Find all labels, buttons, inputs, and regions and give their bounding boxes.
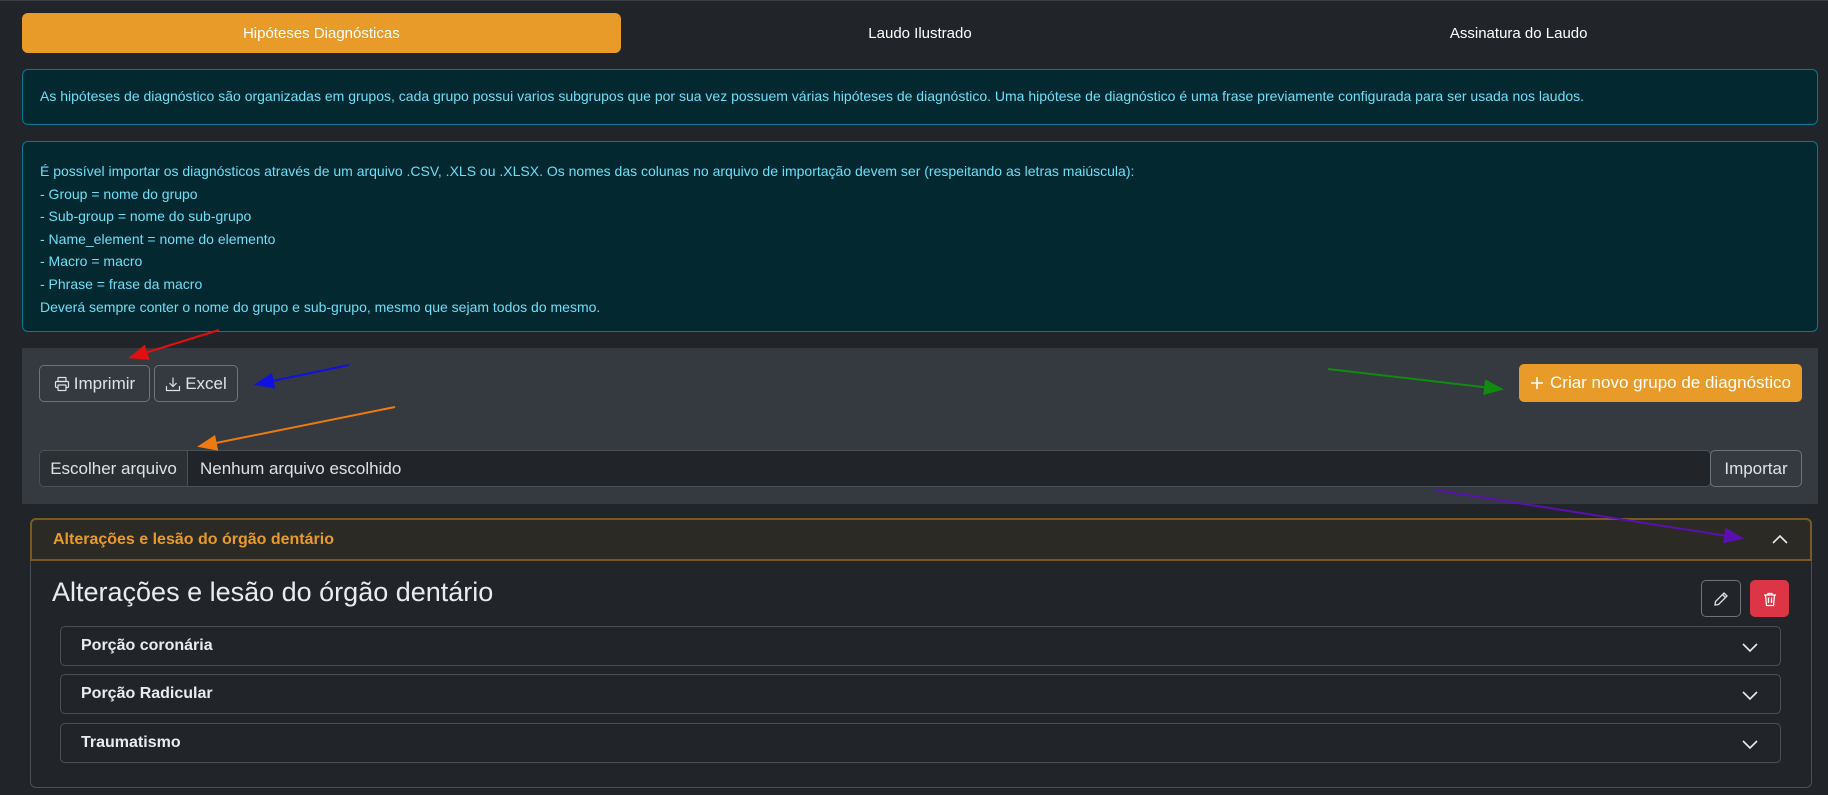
import-info-line: - Group = nome do grupo (40, 185, 198, 202)
chevron-down-icon (1742, 691, 1758, 701)
subgroup-item[interactable]: Porção Radicular (60, 674, 1781, 714)
info-alert-intro: As hipóteses de diagnóstico são organiza… (22, 69, 1818, 125)
delete-group-button[interactable] (1750, 580, 1789, 617)
chevron-down-icon (1742, 643, 1758, 653)
tab-assinatura[interactable]: Assinatura do Laudo (1219, 13, 1818, 53)
create-group-button[interactable]: Criar novo grupo de diagnóstico (1519, 364, 1802, 402)
toolbar-panel: Imprimir Excel Criar novo grupo de diagn… (22, 348, 1818, 504)
create-group-label: Criar novo grupo de diagnóstico (1550, 373, 1791, 392)
subgroup-item[interactable]: Traumatismo (60, 723, 1781, 763)
plus-icon (1531, 377, 1543, 389)
accordion-header-title: Alterações e lesão do órgão dentário (53, 530, 334, 548)
chevron-up-icon (1772, 534, 1788, 544)
import-info-line: É possível importar os diagnósticos atra… (40, 163, 1135, 179)
subgroup-label: Porção coronária (81, 637, 213, 654)
import-info-line: Deverá sempre conter o nome do grupo e s… (40, 298, 601, 315)
subgroup-label: Traumatismo (81, 734, 181, 751)
printer-icon (54, 376, 69, 391)
tab-bar: Hipóteses Diagnósticas Laudo Ilustrado A… (22, 13, 1818, 53)
import-info-line: - Phrase = frase da macro (40, 275, 203, 292)
edit-group-button[interactable] (1701, 580, 1741, 617)
print-label: Imprimir (73, 373, 136, 393)
subgroup-label: Porção Radicular (81, 685, 213, 702)
import-label: Importar (1724, 458, 1788, 478)
import-info-line: - Name_element = nome do elemento (40, 230, 276, 247)
import-info-line: - Sub-group = nome do sub-grupo (40, 208, 252, 225)
subgroup-item[interactable]: Porção coronária (60, 626, 1781, 666)
excel-label: Excel (185, 373, 227, 393)
group-title: Alterações e lesão do órgão dentário (52, 577, 494, 607)
info-alert-import: É possível importar os diagnósticos atra… (22, 141, 1818, 332)
choose-file-button[interactable]: Escolher arquivo (39, 450, 188, 487)
pencil-icon (1714, 591, 1728, 606)
chevron-down-icon (1742, 740, 1758, 750)
file-input-group: Escolher arquivo Nenhum arquivo escolhid… (39, 450, 1711, 487)
trash-icon (1763, 592, 1776, 606)
excel-button[interactable]: Excel (154, 365, 238, 402)
download-icon (166, 377, 181, 391)
print-button[interactable]: Imprimir (39, 365, 150, 402)
top-border (0, 0, 1828, 1)
accordion-header[interactable]: Alterações e lesão do órgão dentário (30, 518, 1812, 561)
import-info-line: - Macro = macro (40, 253, 143, 270)
tab-laudo-ilustrado[interactable]: Laudo Ilustrado (621, 13, 1220, 53)
file-name-field[interactable]: Nenhum arquivo escolhido (188, 450, 1711, 487)
import-button[interactable]: Importar (1710, 450, 1802, 487)
tab-hipoteses[interactable]: Hipóteses Diagnósticas (22, 13, 621, 53)
